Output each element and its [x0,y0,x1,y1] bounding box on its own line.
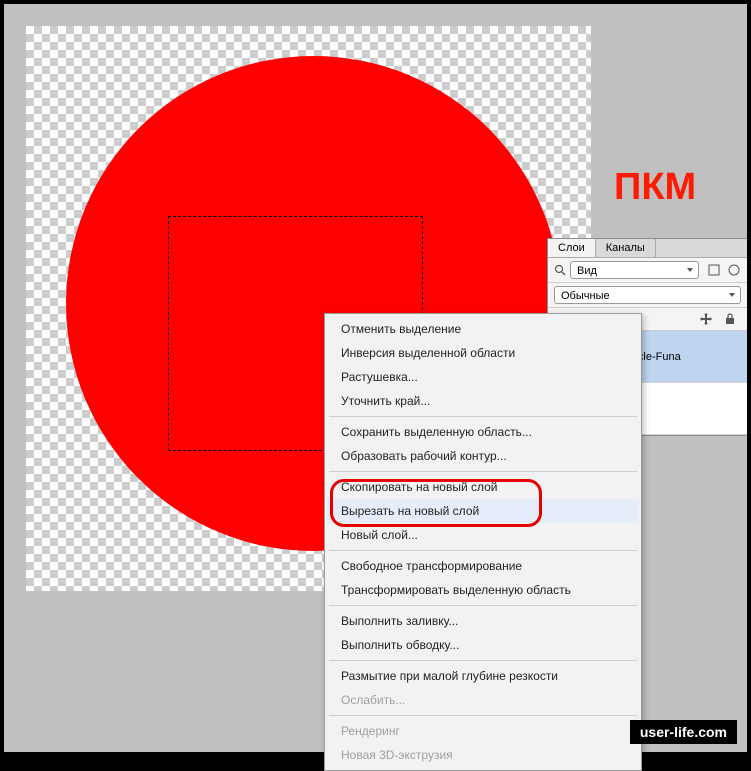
context-menu-separator [329,550,637,551]
context-menu-item[interactable]: Новый слой... [327,523,639,547]
context-menu-separator [329,605,637,606]
context-menu: Отменить выделениеИнверсия выделенной об… [324,313,642,771]
filter-icon-2[interactable] [727,263,741,277]
context-menu-item[interactable]: Вырезать на новый слой [327,499,639,523]
context-menu-item[interactable]: Размытие при малой глубине резкости [327,664,639,688]
search-row: Вид [548,258,747,283]
annotation-pkm: ПКМ [614,166,696,209]
context-menu-item[interactable]: Образовать рабочий контур... [327,444,639,468]
app-frame: ПКМ Слои Каналы Вид Обычные [4,4,747,752]
context-menu-item[interactable]: Отменить выделение [327,317,639,341]
search-icon [554,264,566,276]
blend-mode-dropdown[interactable]: Обычные [554,286,741,304]
context-menu-item[interactable]: Уточнить край... [327,389,639,413]
context-menu-item: Рендеринг [327,719,639,743]
panel-tabs: Слои Каналы [548,239,747,258]
context-menu-item[interactable]: Свободное трансформирование [327,554,639,578]
context-menu-item[interactable]: Сохранить выделенную область... [327,420,639,444]
tab-channels[interactable]: Каналы [596,239,656,257]
context-menu-item[interactable]: Растушевка... [327,365,639,389]
context-menu-item: Новая 3D-экструзия [327,743,639,767]
context-menu-item[interactable]: Скопировать на новый слой [327,475,639,499]
context-menu-item[interactable]: Трансформировать выделенную область [327,578,639,602]
context-menu-item[interactable]: Инверсия выделенной области [327,341,639,365]
filter-dropdown[interactable]: Вид [570,261,699,279]
lock-icon[interactable] [723,312,737,326]
blend-row: Обычные [548,283,747,308]
context-menu-separator [329,715,637,716]
context-menu-item[interactable]: Выполнить заливку... [327,609,639,633]
filter-icon-1[interactable] [707,263,721,277]
context-menu-item[interactable]: Выполнить обводку... [327,633,639,657]
watermark: user-life.com [630,720,737,744]
move-icon[interactable] [699,312,713,326]
context-menu-separator [329,660,637,661]
context-menu-item: Ослабить... [327,688,639,712]
tab-layers[interactable]: Слои [548,239,596,257]
context-menu-separator [329,416,637,417]
context-menu-separator [329,471,637,472]
